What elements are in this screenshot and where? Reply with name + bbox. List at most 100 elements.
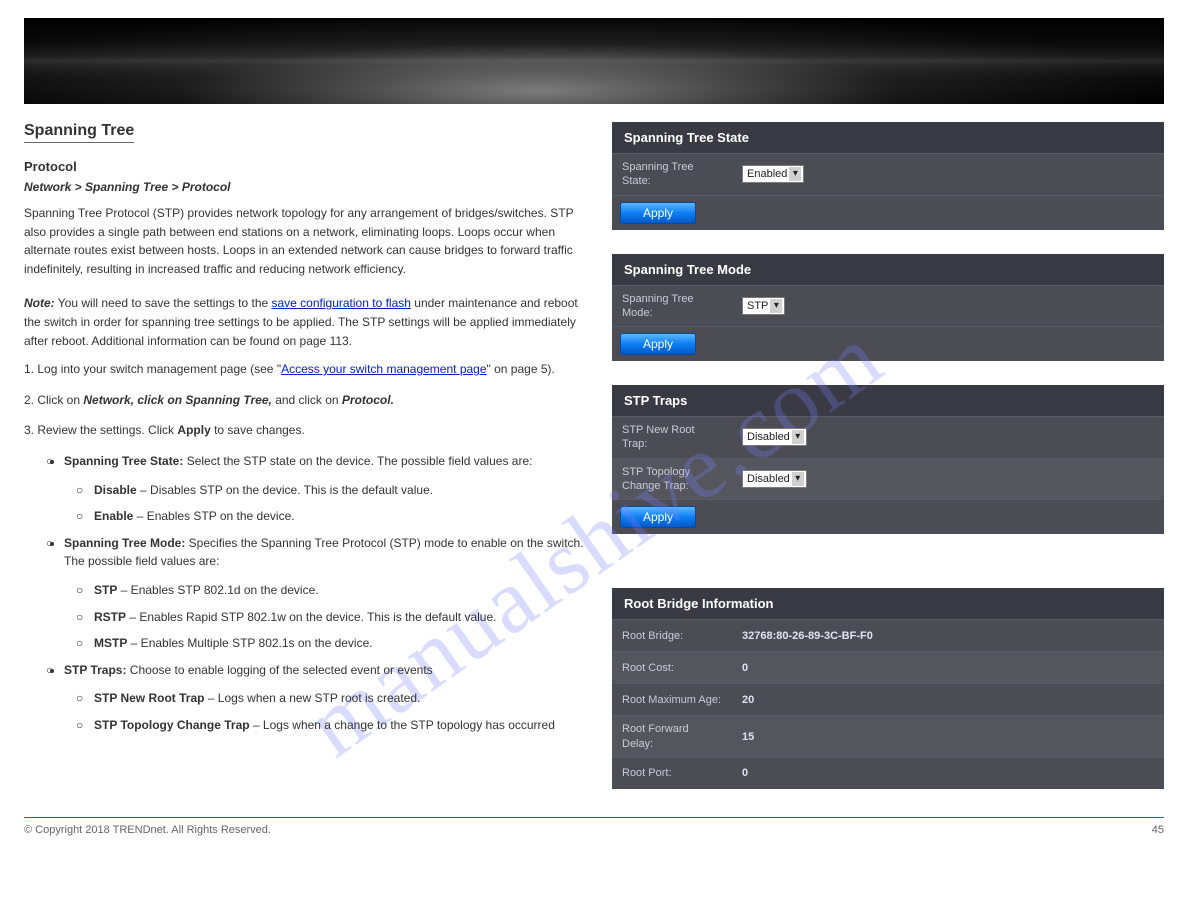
b1-label: Spanning Tree State: (64, 454, 183, 468)
root-bridge-row-1: Root Cost: 0 (612, 651, 1164, 683)
b1a: Disable – Disables STP on the device. Th… (94, 481, 584, 500)
spanning-tree-mode-panel: Spanning Tree Mode Spanning Tree Mode: S… (612, 254, 1164, 362)
rb-value-0: 32768:80-26-89-3C-BF-F0 (732, 624, 1164, 648)
b1b-label: Enable (94, 509, 133, 523)
spanning-tree-state-panel: Spanning Tree State Spanning Tree State:… (612, 122, 1164, 230)
step-3: 3. Review the settings. Click Apply to s… (24, 421, 584, 440)
step2-path: Network, click on Spanning Tree, (83, 393, 272, 407)
step1-link[interactable]: Access your switch management page (281, 362, 486, 376)
note-block: Note: You will need to save the settings… (24, 294, 584, 350)
b2b-text: – Enables Rapid STP 802.1w on the device… (126, 610, 496, 624)
root-bridge-row-4: Root Port: 0 (612, 757, 1164, 789)
b1a-label: Disable (94, 483, 137, 497)
note-text-1: You will need to save the settings to th… (58, 296, 272, 310)
b1b: Enable – Enables STP on the device. (94, 507, 584, 526)
note-end: 113. (330, 334, 352, 348)
trap-topo-row: STP Topology Change Trap: Disabled (612, 458, 1164, 500)
b3b-label: STP Topology Change Trap (94, 718, 250, 732)
step2-text2: and click on (272, 393, 342, 407)
b3a: STP New Root Trap – Logs when a new STP … (94, 689, 584, 708)
footer-divider (24, 817, 1164, 818)
apply-button-mode[interactable]: Apply (620, 333, 696, 355)
state-label: Spanning Tree State: (612, 154, 732, 195)
state-row: Spanning Tree State: Enabled (612, 153, 1164, 195)
b2-label: Spanning Tree Mode: (64, 536, 185, 550)
step3-bold: Apply (177, 423, 210, 437)
b3a-label: STP New Root Trap (94, 691, 204, 705)
footer: © Copyright 2018 TRENDnet. All Rights Re… (24, 824, 1164, 836)
b3-label: STP Traps: (64, 663, 126, 677)
note-label: Note: (24, 296, 55, 310)
sub-b1: Disable – Disables STP on the device. Th… (64, 481, 584, 526)
left-column: Spanning Tree Protocol Network > Spannin… (24, 122, 584, 789)
b2c-text: – Enables Multiple STP 802.1s on the dev… (127, 636, 372, 650)
step1-pre: 1. Log into your switch management page … (24, 362, 281, 376)
trap-root-row: STP New Root Trap: Disabled (612, 416, 1164, 458)
b1a-text: – Disables STP on the device. This is th… (137, 483, 433, 497)
b1b-text: – Enables STP on the device. (133, 509, 294, 523)
steps-list: 1. Log into your switch management page … (24, 360, 584, 440)
b2a: STP – Enables STP 802.1d on the device. (94, 581, 584, 600)
step2-text: 2. Click on (24, 393, 83, 407)
rb-value-2: 20 (732, 688, 1164, 712)
mode-select[interactable]: STP (742, 297, 785, 315)
mode-row: Spanning Tree Mode: STP (612, 285, 1164, 327)
b3b: STP Topology Change Trap – Logs when a c… (94, 716, 584, 735)
rb-label-0: Root Bridge: (612, 623, 732, 649)
sub-b3: STP New Root Trap – Logs when a new STP … (64, 689, 584, 734)
trap-topo-select[interactable]: Disabled (742, 470, 807, 488)
bullet-list-level1: Spanning Tree State: Select the STP stat… (24, 452, 584, 735)
step3-text2: to save changes. (211, 423, 305, 437)
root-bridge-row-3: Root Forward Delay: 15 (612, 715, 1164, 757)
step-2: 2. Click on Network, click on Spanning T… (24, 391, 584, 410)
b2b: RSTP – Enables Rapid STP 802.1w on the d… (94, 608, 584, 627)
protocol-heading: Protocol (24, 159, 584, 174)
b3b-text: – Logs when a change to the STP topology… (250, 718, 555, 732)
b2c-label: MSTP (94, 636, 127, 650)
state-select[interactable]: Enabled (742, 165, 804, 183)
root-bridge-row-2: Root Maximum Age: 20 (612, 683, 1164, 715)
section-title: Spanning Tree (24, 122, 134, 143)
step2-path2: Protocol. (342, 393, 394, 407)
b3a-text: – Logs when a new STP root is created. (204, 691, 420, 705)
root-bridge-panel: Root Bridge Information Root Bridge: 327… (612, 588, 1164, 789)
b2c: MSTP – Enables Multiple STP 802.1s on th… (94, 634, 584, 653)
trap-root-select[interactable]: Disabled (742, 428, 807, 446)
sub-b2: STP – Enables STP 802.1d on the device. … (64, 581, 584, 653)
step1-post: " on page 5). (487, 362, 555, 376)
root-bridge-header: Root Bridge Information (612, 588, 1164, 619)
mode-label: Spanning Tree Mode: (612, 286, 732, 327)
rb-label-3: Root Forward Delay: (612, 716, 732, 757)
trap-topo-label: STP Topology Change Trap: (612, 459, 732, 500)
rb-label-4: Root Port: (612, 760, 732, 786)
step-1: 1. Log into your switch management page … (24, 360, 584, 379)
state-apply-row: Apply (612, 195, 1164, 230)
rb-value-4: 0 (732, 761, 1164, 785)
apply-button-traps[interactable]: Apply (620, 506, 696, 528)
b1-text: Select the STP state on the device. The … (183, 454, 532, 468)
bullet-spanning-mode: Spanning Tree Mode: Specifies the Spanni… (64, 534, 584, 653)
top-banner (24, 18, 1164, 104)
rb-value-1: 0 (732, 656, 1164, 680)
intro-paragraph: Spanning Tree Protocol (STP) provides ne… (24, 204, 584, 278)
mode-panel-header: Spanning Tree Mode (612, 254, 1164, 285)
root-bridge-row-0: Root Bridge: 32768:80-26-89-3C-BF-F0 (612, 619, 1164, 651)
rb-label-2: Root Maximum Age: (612, 687, 732, 713)
page-number: 45 (1152, 824, 1164, 836)
b2b-label: RSTP (94, 610, 126, 624)
rb-value-3: 15 (732, 725, 1164, 749)
right-column: Spanning Tree State Spanning Tree State:… (612, 122, 1164, 789)
rb-label-1: Root Cost: (612, 655, 732, 681)
copyright: © Copyright 2018 TRENDnet. All Rights Re… (24, 824, 271, 836)
traps-panel-header: STP Traps (612, 385, 1164, 416)
state-panel-header: Spanning Tree State (612, 122, 1164, 153)
mode-apply-row: Apply (612, 326, 1164, 361)
stp-traps-panel: STP Traps STP New Root Trap: Disabled ST… (612, 385, 1164, 534)
note-link-save-config[interactable]: save configuration to flash (272, 296, 411, 310)
apply-button-state[interactable]: Apply (620, 202, 696, 224)
bullet-spanning-state: Spanning Tree State: Select the STP stat… (64, 452, 584, 526)
bullet-stp-traps: STP Traps: Choose to enable logging of t… (64, 661, 584, 735)
nav-path: Network > Spanning Tree > Protocol (24, 180, 584, 194)
b3-text: Choose to enable logging of the selected… (126, 663, 432, 677)
traps-apply-row: Apply (612, 499, 1164, 534)
